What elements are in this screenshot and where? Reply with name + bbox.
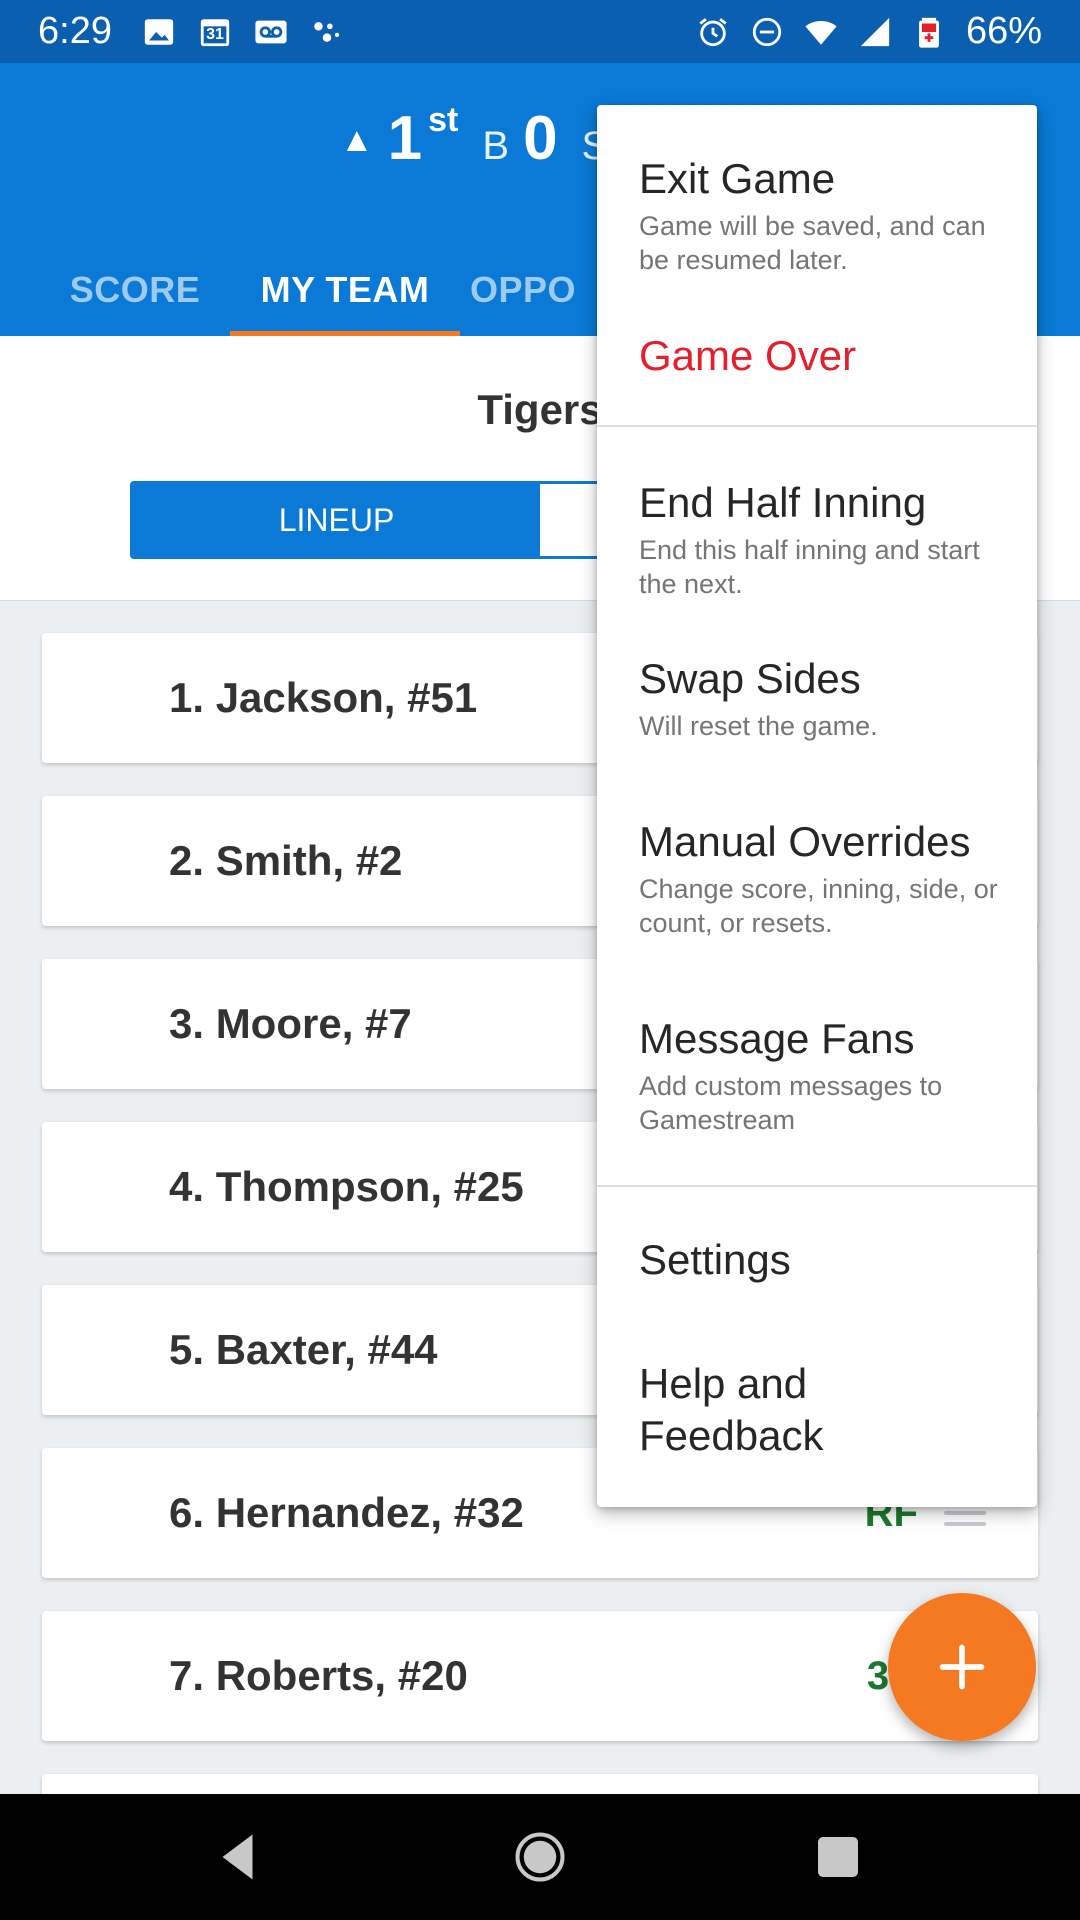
calendar-icon: 31 xyxy=(198,15,232,49)
menu-item-manual-overrides[interactable]: Manual Overrides Change score, inning, s… xyxy=(639,816,1019,940)
menu-item-message-fans[interactable]: Message Fans Add custom messages to Game… xyxy=(639,1013,1019,1137)
menu-item-title: Swap Sides xyxy=(639,655,861,702)
status-time: 6:29 xyxy=(38,10,112,52)
menu-item-title: Help and Feedback xyxy=(639,1360,824,1459)
add-button[interactable] xyxy=(888,1593,1036,1741)
player-name: 3. Moore, #7 xyxy=(169,1000,412,1047)
menu-item-desc: End this half inning and start the next. xyxy=(639,535,980,599)
back-button[interactable] xyxy=(210,1827,270,1887)
menu-item-exit-game[interactable]: Exit Game Game will be saved, and can be… xyxy=(639,153,1019,277)
menu-item-help[interactable]: Help and Feedback xyxy=(639,1358,899,1462)
inning-number: 1 xyxy=(387,104,423,173)
segment-lineup[interactable]: LINEUP xyxy=(133,484,540,556)
menu-item-settings[interactable]: Settings xyxy=(639,1234,1019,1286)
menu-item-title: Game Over xyxy=(639,332,857,379)
tab-opponent[interactable]: OPPO xyxy=(470,243,610,336)
home-button[interactable] xyxy=(510,1827,570,1887)
status-bar: 6:29 31 66% xyxy=(0,0,1080,63)
scoreboard: ▲ 1 st B 0 S xyxy=(340,101,608,174)
balls-value: 0 xyxy=(523,104,558,173)
signal-icon xyxy=(858,15,892,49)
navigation-bar xyxy=(0,1794,1080,1920)
calendar-day: 31 xyxy=(206,25,224,43)
menu-item-game-over[interactable]: Game Over xyxy=(639,330,1019,382)
screen: 6:29 31 66% ▲ 1 st B 0 S SCORE MY TEAM O… xyxy=(0,0,1080,1920)
recents-button[interactable] xyxy=(808,1827,868,1887)
back-icon xyxy=(222,1834,253,1880)
inning-suffix: st xyxy=(428,101,459,139)
player-name: 4. Thompson, #25 xyxy=(169,1163,524,1210)
voicemail-icon xyxy=(254,15,288,49)
image-icon xyxy=(142,15,176,49)
alarm-icon xyxy=(696,15,730,49)
plus-icon xyxy=(939,1644,985,1690)
menu-item-swap-sides[interactable]: Swap Sides Will reset the game. xyxy=(639,653,1019,743)
tab-my-team[interactable]: MY TEAM xyxy=(230,243,460,336)
player-name: 1. Jackson, #51 xyxy=(169,674,478,721)
menu-item-title: End Half Inning xyxy=(639,479,927,526)
menu-item-desc: Change score, inning, side, or count, or… xyxy=(639,874,998,938)
menu-item-desc: Add custom messages to Gamestream xyxy=(639,1071,943,1135)
balls-label: B xyxy=(482,124,510,168)
overflow-menu: Exit Game Game will be saved, and can be… xyxy=(597,105,1037,1507)
player-name: 7. Roberts, #20 xyxy=(169,1652,468,1699)
menu-divider xyxy=(597,425,1037,427)
player-name: 6. Hernandez, #32 xyxy=(169,1489,524,1536)
do-not-disturb-icon xyxy=(750,15,784,49)
assistant-icon xyxy=(310,15,344,49)
wifi-icon xyxy=(804,15,838,49)
menu-item-desc: Game will be saved, and can be resumed l… xyxy=(639,211,986,275)
player-name: 2. Smith, #2 xyxy=(169,837,403,884)
menu-item-title: Message Fans xyxy=(639,1015,915,1062)
menu-item-title: Manual Overrides xyxy=(639,818,971,865)
menu-item-desc: Will reset the game. xyxy=(639,711,878,741)
home-icon xyxy=(515,1832,565,1882)
menu-item-title: Settings xyxy=(639,1236,791,1283)
battery-percent: 66% xyxy=(965,10,1042,52)
top-inning-arrow-icon: ▲ xyxy=(340,121,374,159)
menu-item-title: Exit Game xyxy=(639,155,836,202)
player-name: 5. Baxter, #44 xyxy=(169,1326,438,1373)
menu-divider xyxy=(597,1185,1037,1187)
tab-score[interactable]: SCORE xyxy=(40,243,230,336)
recents-icon xyxy=(818,1837,858,1877)
battery-icon xyxy=(912,15,946,49)
menu-item-end-half-inning[interactable]: End Half Inning End this half inning and… xyxy=(639,477,1019,601)
